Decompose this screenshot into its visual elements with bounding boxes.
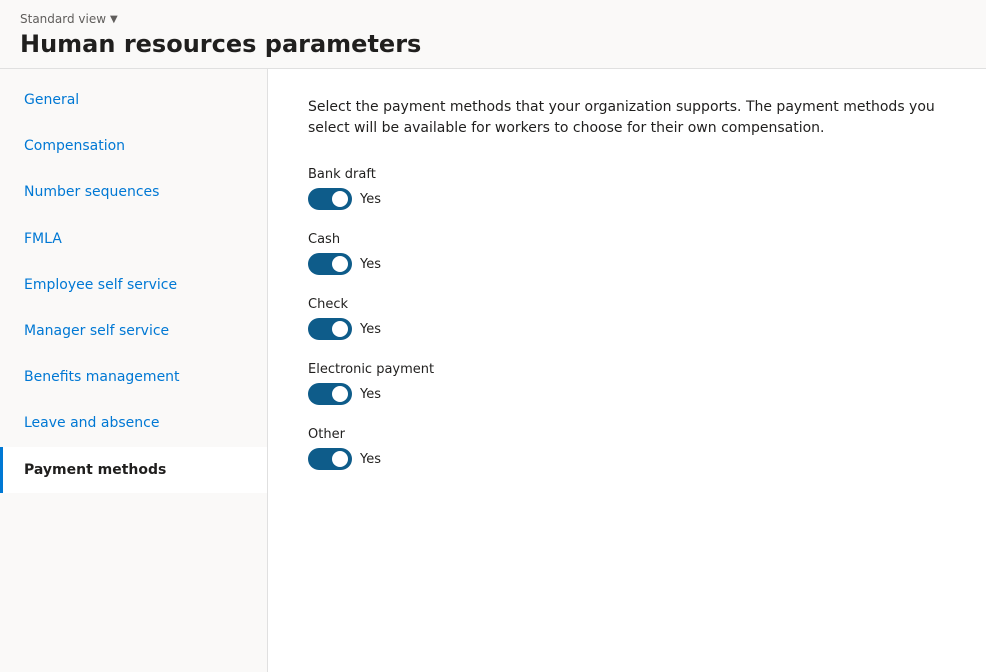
page-header: Standard view ▼ Human resources paramete… [0,0,986,69]
sidebar-item-general[interactable]: General [0,77,267,123]
toggle-value-electronic-payment: Yes [360,387,381,402]
sidebar-item-fmla[interactable]: FMLA [0,216,267,262]
toggle-row-bank-draft: Yes [308,188,946,210]
payment-method-bank-draft: Bank draft Yes [308,167,946,210]
description-text: Select the payment methods that your org… [308,97,946,139]
toggle-bank-draft[interactable] [308,188,352,210]
toggle-slider-cash [308,253,352,275]
toggle-value-cash: Yes [360,257,381,272]
payment-method-check: Check Yes [308,297,946,340]
chevron-down-icon: ▼ [110,14,118,25]
page-wrapper: Standard view ▼ Human resources paramete… [0,0,986,672]
sidebar-item-compensation[interactable]: Compensation [0,123,267,169]
payment-method-other: Other Yes [308,427,946,470]
payment-method-electronic-payment: Electronic payment Yes [308,362,946,405]
toggle-value-bank-draft: Yes [360,192,381,207]
sidebar-item-benefits-management[interactable]: Benefits management [0,354,267,400]
toggle-value-check: Yes [360,322,381,337]
sidebar-item-leave-and-absence[interactable]: Leave and absence [0,400,267,446]
standard-view-label: Standard view [20,12,106,26]
payment-method-cash: Cash Yes [308,232,946,275]
payment-methods-container: Bank draftYesCashYesCheckYesElectronic p… [308,167,946,470]
main-content: Select the payment methods that your org… [268,69,986,672]
toggle-slider-bank-draft [308,188,352,210]
sidebar-item-number-sequences[interactable]: Number sequences [0,169,267,215]
toggle-electronic-payment[interactable] [308,383,352,405]
payment-method-label-cash: Cash [308,232,946,247]
sidebar-item-employee-self-service[interactable]: Employee self service [0,262,267,308]
payment-method-label-other: Other [308,427,946,442]
payment-method-label-electronic-payment: Electronic payment [308,362,946,377]
page-title: Human resources parameters [20,30,966,58]
toggle-row-electronic-payment: Yes [308,383,946,405]
toggle-row-check: Yes [308,318,946,340]
toggle-value-other: Yes [360,452,381,467]
payment-method-label-bank-draft: Bank draft [308,167,946,182]
toggle-other[interactable] [308,448,352,470]
toggle-slider-check [308,318,352,340]
standard-view-selector[interactable]: Standard view ▼ [20,12,966,26]
toggle-slider-other [308,448,352,470]
content-area: GeneralCompensationNumber sequencesFMLAE… [0,69,986,672]
payment-method-label-check: Check [308,297,946,312]
toggle-cash[interactable] [308,253,352,275]
toggle-row-cash: Yes [308,253,946,275]
sidebar-item-payment-methods[interactable]: Payment methods [0,447,267,493]
toggle-check[interactable] [308,318,352,340]
toggle-slider-electronic-payment [308,383,352,405]
sidebar: GeneralCompensationNumber sequencesFMLAE… [0,69,268,672]
sidebar-item-manager-self-service[interactable]: Manager self service [0,308,267,354]
toggle-row-other: Yes [308,448,946,470]
